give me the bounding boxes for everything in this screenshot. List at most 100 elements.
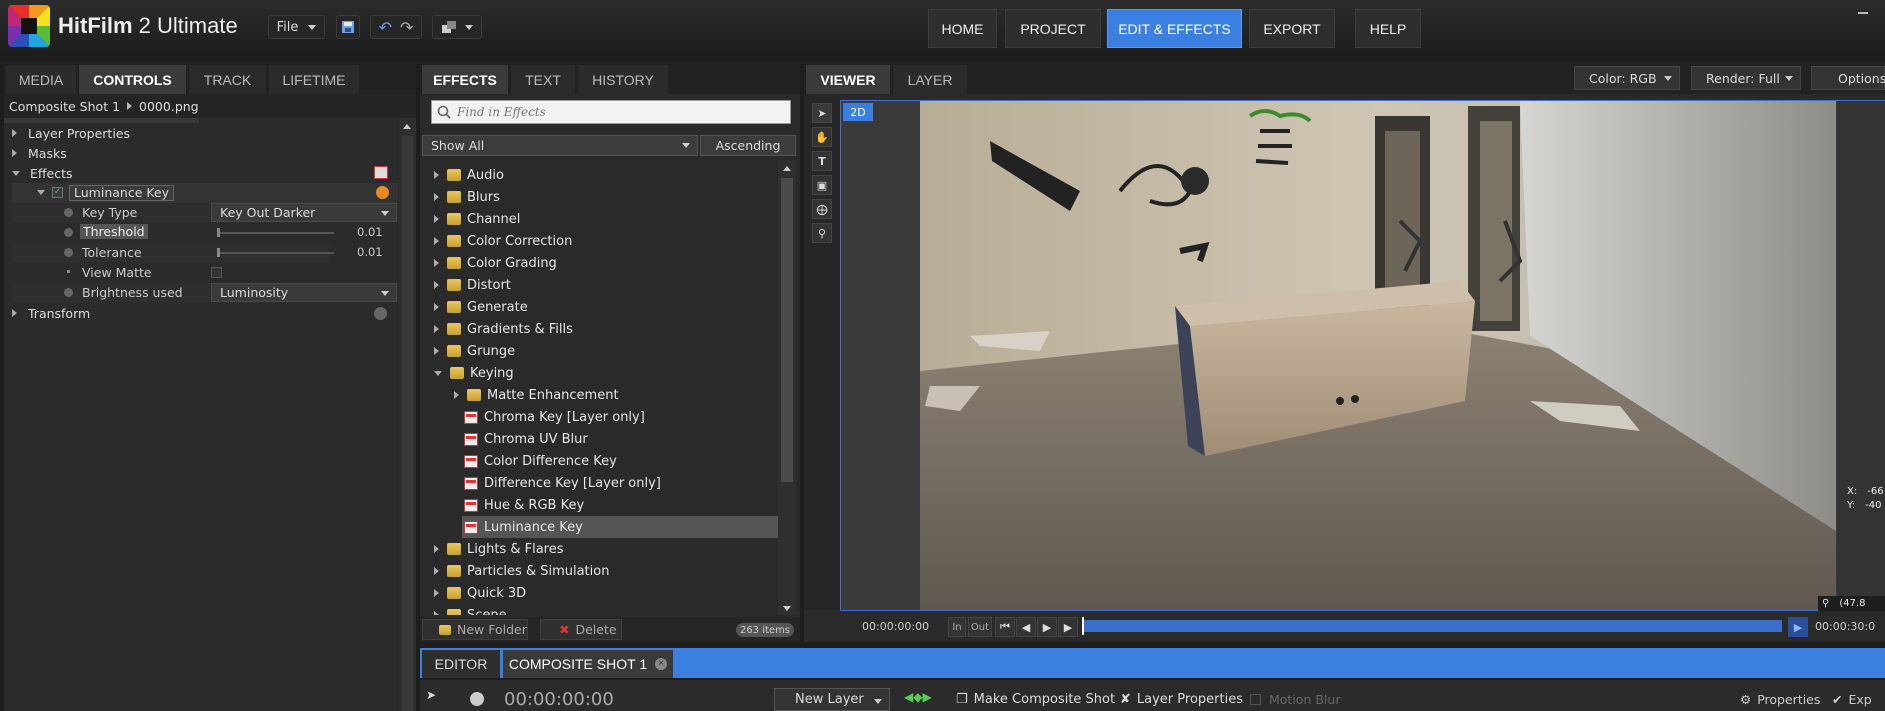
motion-blur-checkbox[interactable] [1250, 693, 1261, 705]
scroll-thumb[interactable] [402, 136, 413, 711]
nav-home-button[interactable]: HOME [928, 9, 997, 48]
tree-transform[interactable]: Transform [12, 303, 90, 323]
select-tool-icon[interactable]: ➤ [812, 103, 832, 123]
scroll-up-icon[interactable] [783, 166, 791, 171]
sort-order-button[interactable]: Ascending [700, 135, 796, 156]
go-to-start-icon[interactable]: ⏮ [995, 617, 1015, 637]
expand-icon[interactable] [434, 347, 439, 355]
expand-icon[interactable] [434, 545, 439, 553]
expand-icon[interactable] [434, 171, 439, 179]
effect-enabled-checkbox[interactable]: ✓ [52, 187, 63, 198]
render-mode-dropdown[interactable]: Render: Full [1691, 66, 1801, 90]
keyframe-icon[interactable] [64, 208, 73, 217]
view-mode-badge[interactable]: 2D [843, 103, 873, 121]
layout-button[interactable] [432, 15, 482, 39]
view-matte-checkbox[interactable] [211, 267, 222, 278]
expand-icon[interactable] [434, 303, 439, 311]
nav-edit-effects-button[interactable]: EDIT & EFFECTS [1107, 9, 1242, 48]
threshold-slider[interactable] [218, 232, 334, 234]
effects-folder-item[interactable]: Channel [420, 208, 778, 230]
scroll-down-icon[interactable] [783, 606, 791, 611]
controls-scrollbar[interactable] [399, 118, 416, 711]
layer-properties-button[interactable]: ✘ Layer Properties [1120, 688, 1243, 710]
tab-history[interactable]: HISTORY [578, 65, 668, 94]
expand-icon[interactable] [434, 281, 439, 289]
properties-button[interactable]: ⚙ Properties [1740, 688, 1820, 710]
tolerance-value[interactable]: 0.01 [357, 245, 383, 259]
effects-folder-item[interactable]: Generate [420, 296, 778, 318]
tolerance-slider[interactable] [218, 252, 334, 254]
expand-icon[interactable] [434, 193, 439, 201]
timeline-scrub-bar[interactable] [1082, 620, 1782, 632]
viewer-canvas[interactable]: 2D X: -66 Y: -40 [840, 100, 1885, 611]
effects-folder-item[interactable]: Blurs [420, 186, 778, 208]
zoom-readout[interactable]: ⚲ (47.8 [1818, 596, 1885, 611]
tab-text[interactable]: TEXT [511, 65, 575, 94]
collapse-icon[interactable] [434, 370, 442, 376]
reset-transform-icon[interactable] [374, 307, 387, 320]
effects-filter-dropdown[interactable]: Show All [422, 135, 698, 156]
close-tab-icon[interactable]: × [655, 658, 668, 670]
tree-layer-properties[interactable]: Layer Properties [12, 123, 130, 143]
expand-icon[interactable] [454, 391, 459, 399]
text-tool-icon[interactable]: T [812, 151, 832, 171]
effects-folder-item[interactable]: Audio [420, 164, 778, 186]
breadcrumb-file[interactable]: 0000.png [139, 99, 199, 114]
effects-effect-item[interactable]: Color Difference Key [420, 450, 778, 472]
effects-folder-item[interactable]: Quick 3D [420, 582, 778, 604]
make-composite-shot-button[interactable]: ❐ Make Composite Shot [956, 688, 1115, 710]
tab-layer[interactable]: LAYER [893, 65, 967, 94]
effects-folder-item[interactable]: Color Correction [420, 230, 778, 252]
effects-search-input[interactable] [457, 105, 777, 119]
threshold-slider-handle[interactable] [217, 228, 220, 237]
crop-tool-icon[interactable]: ▣ [812, 175, 832, 195]
effect-name-label[interactable]: Luminance Key [69, 185, 175, 201]
play-icon[interactable]: ▶ [1058, 617, 1078, 637]
effects-folder-item[interactable]: Particles & Simulation [420, 560, 778, 582]
key-type-dropdown[interactable]: Key Out Darker [211, 203, 397, 222]
tree-effects[interactable]: Effects [12, 163, 73, 183]
expand-icon[interactable] [434, 589, 439, 597]
effects-folder-item[interactable]: Distort [420, 274, 778, 296]
viewer-options-button[interactable]: Options [1811, 66, 1885, 90]
pen-tool-icon[interactable]: ⚲ [812, 223, 832, 243]
minimize-icon[interactable] [1858, 12, 1868, 14]
set-in-button[interactable]: In [948, 617, 966, 637]
delete-button[interactable]: ✖ Delete [540, 619, 622, 640]
effects-search-box[interactable] [431, 100, 791, 124]
redo-icon[interactable]: ↷ [400, 18, 413, 37]
effects-folder-item[interactable]: Color Grading [420, 252, 778, 274]
expand-icon[interactable] [434, 215, 439, 223]
scroll-thumb[interactable] [781, 178, 793, 482]
export-button[interactable]: ✔ Exp [1832, 688, 1872, 710]
expand-icon[interactable] [434, 325, 439, 333]
set-out-button[interactable]: Out [968, 617, 992, 637]
save-button[interactable] [336, 15, 360, 39]
effects-effect-item[interactable]: Hue & RGB Key [420, 494, 778, 516]
keyframe-icon[interactable] [64, 228, 73, 237]
tab-editor[interactable]: EDITOR [422, 650, 500, 678]
effects-folder-item[interactable]: Keying [420, 362, 778, 384]
color-mode-dropdown[interactable]: Color: RGB [1574, 66, 1680, 90]
tree-masks[interactable]: Masks [12, 143, 67, 163]
step-back-icon[interactable]: ◀ [1016, 617, 1036, 637]
tab-effects[interactable]: EFFECTS [422, 65, 508, 94]
threshold-value[interactable]: 0.01 [357, 225, 383, 239]
effect-row-luminance-key[interactable]: ✓ Luminance Key [12, 183, 398, 203]
motion-blur-toggle[interactable]: Motion Blur [1250, 688, 1340, 710]
effects-effect-item[interactable]: Chroma Key [Layer only] [420, 406, 778, 428]
expand-icon[interactable] [434, 611, 439, 615]
effects-folder-item[interactable]: Scene [420, 604, 778, 615]
file-menu-button[interactable]: File [268, 15, 325, 39]
tab-viewer[interactable]: VIEWER [806, 65, 890, 94]
go-to-end-icon[interactable]: ▶ [1788, 617, 1808, 637]
undo-icon[interactable]: ↶ [379, 18, 392, 37]
scroll-up-icon[interactable] [403, 124, 411, 129]
tolerance-slider-handle[interactable] [217, 248, 220, 257]
expand-icon[interactable] [434, 567, 439, 575]
effects-effect-item[interactable]: Luminance Key [462, 516, 778, 538]
nav-export-button[interactable]: EXPORT [1249, 9, 1335, 48]
timecode-current[interactable]: 00:00:00:00 [862, 620, 929, 633]
effects-effect-item[interactable]: Chroma UV Blur [420, 428, 778, 450]
keyframe-icon[interactable] [64, 288, 73, 297]
